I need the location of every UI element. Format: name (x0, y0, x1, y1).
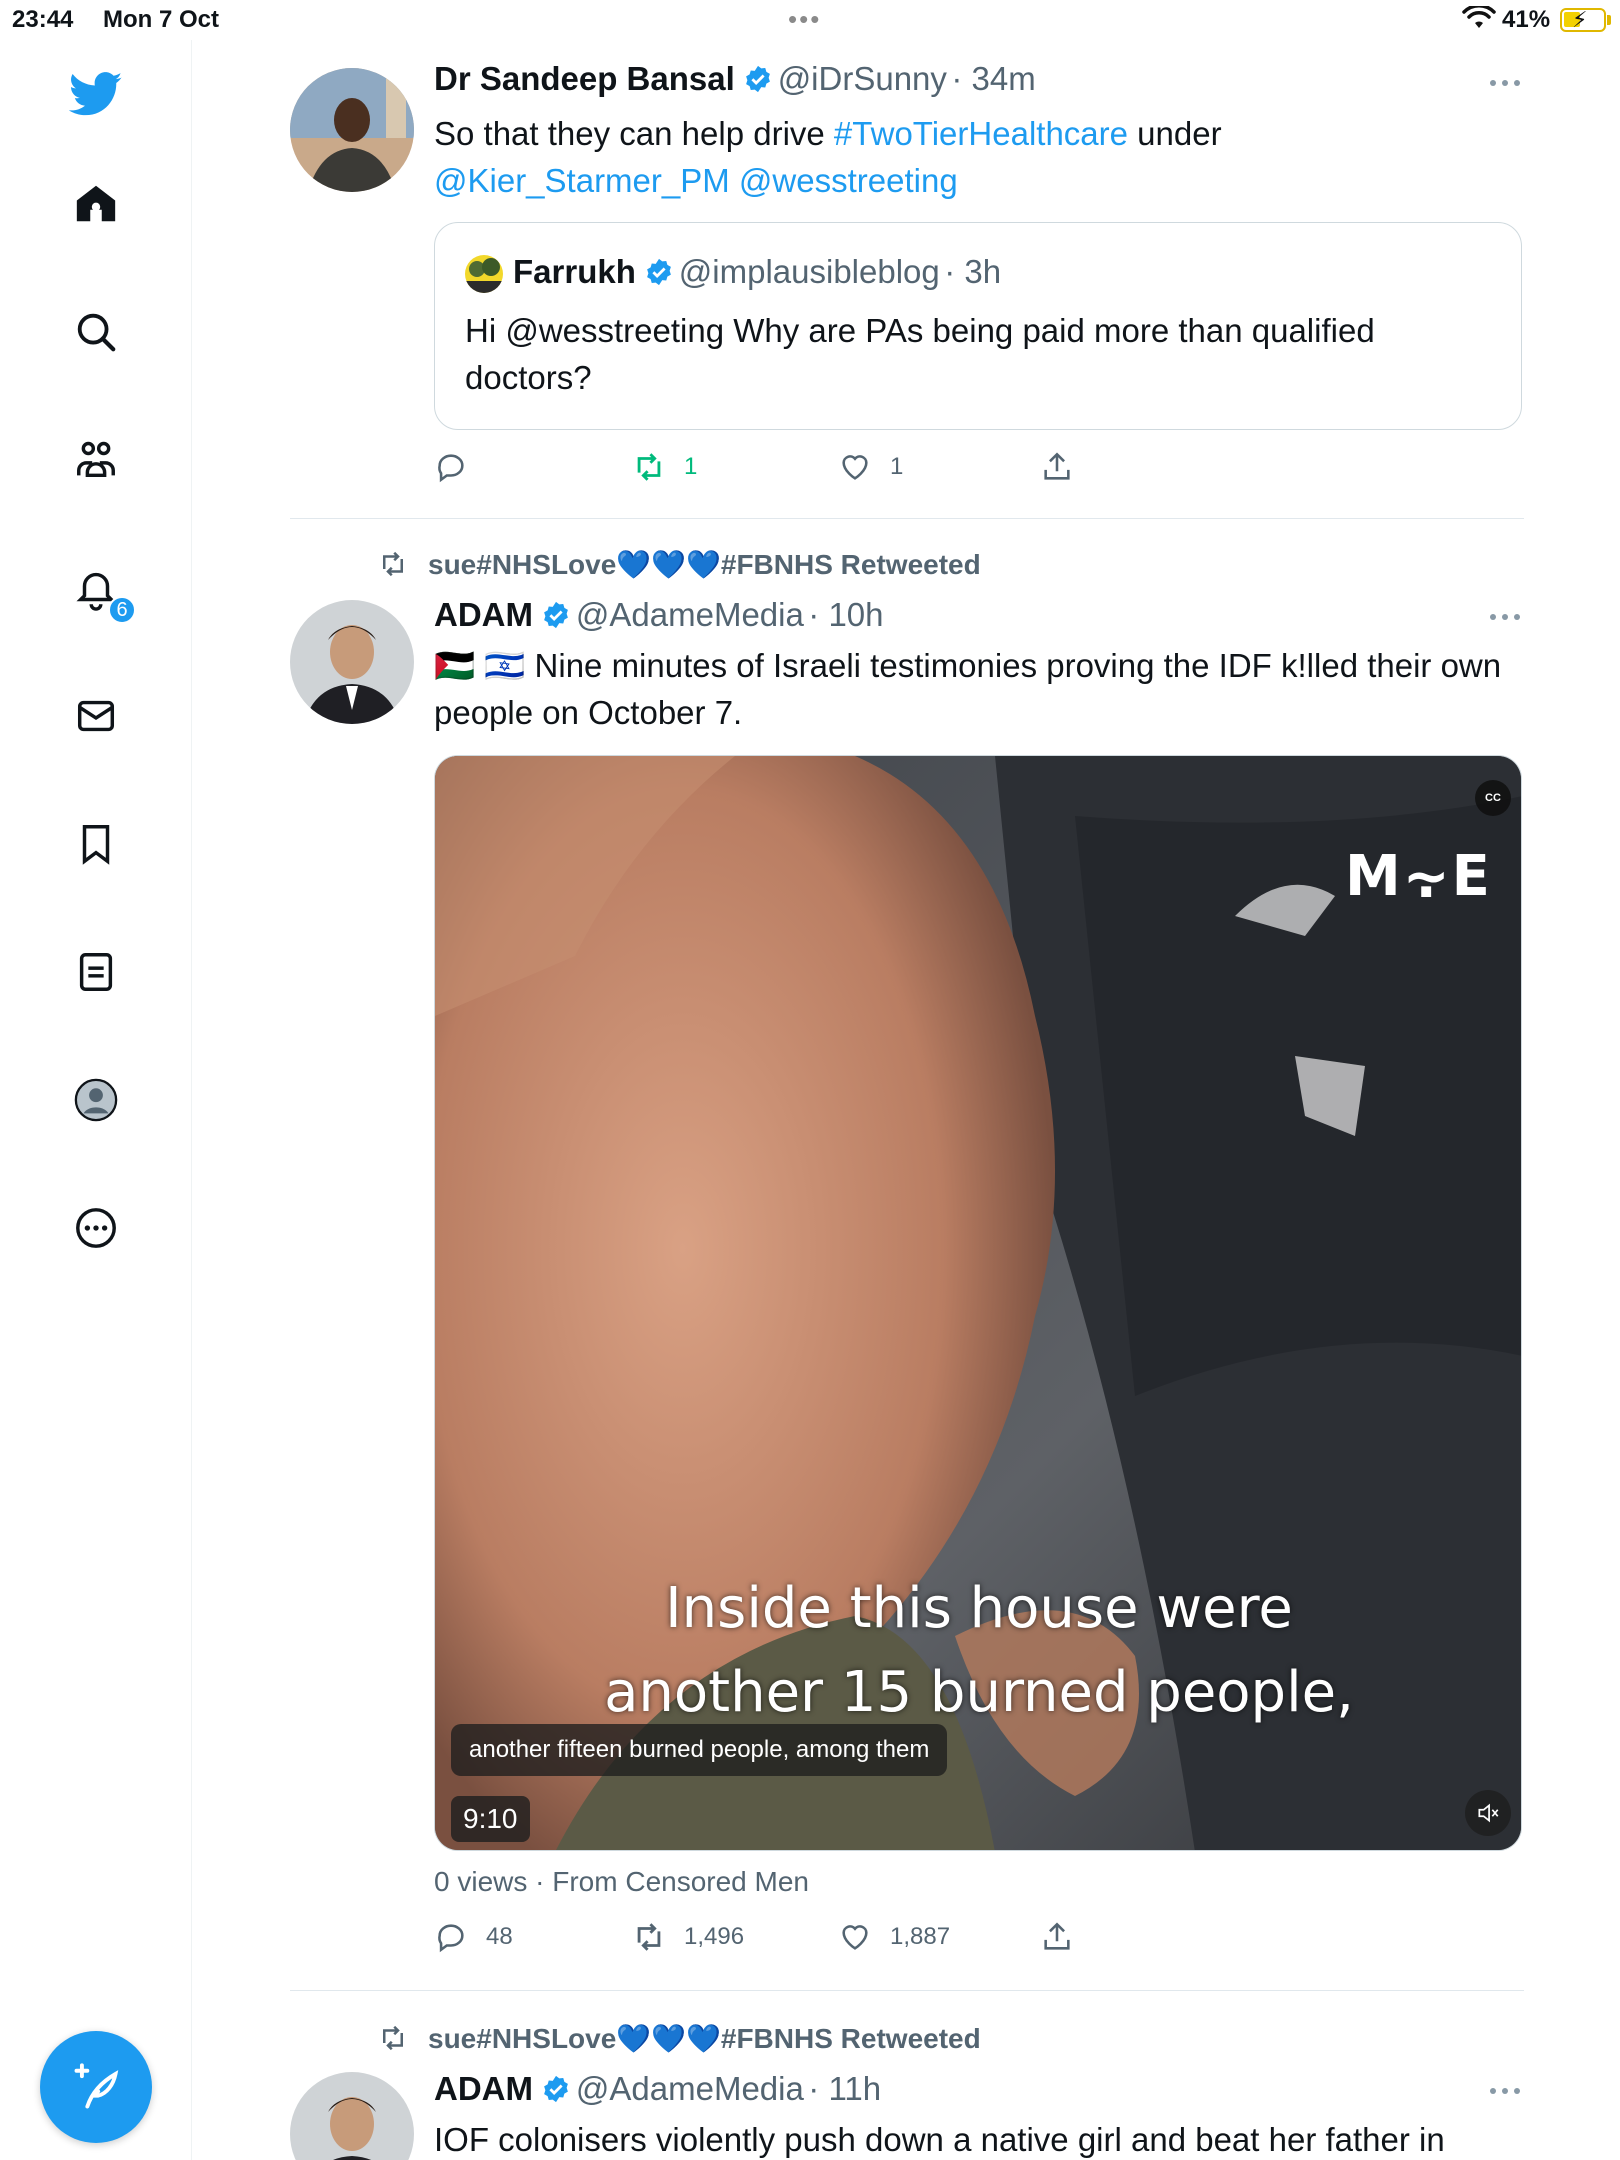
search-icon[interactable] (66, 302, 126, 362)
battery-icon: ⚡ (1560, 7, 1606, 32)
compose-tweet-button[interactable] (40, 2031, 152, 2143)
twitter-logo-icon[interactable] (66, 64, 126, 124)
video-duration: 9:10 (451, 1796, 530, 1842)
tweet-text: IOF colonisers violently push down a nat… (434, 2121, 1445, 2158)
retweet-icon (383, 551, 403, 577)
video-watermark: M⸟E (1345, 844, 1492, 909)
share-icon (1044, 1922, 1070, 1950)
quote-avatar (465, 255, 503, 293)
author-handle[interactable]: @iDrSunny (778, 60, 947, 97)
author-handle[interactable]: @AdameMedia (576, 2070, 804, 2107)
lists-icon[interactable] (66, 942, 126, 1002)
mute-button[interactable] (1465, 1790, 1511, 1836)
status-time: 23:44 (12, 6, 74, 33)
like-count: 1,887 (890, 1923, 951, 1950)
views-and-source: 0 views · From Censored Men (434, 1866, 810, 1897)
reply-icon (438, 1924, 464, 1953)
quote-author-handle: @implausibleblog (678, 253, 940, 290)
verified-badge-icon (647, 258, 672, 286)
more-options-icon[interactable] (1488, 2086, 1522, 2096)
quote-time: · 3h (944, 253, 1002, 290)
retweeted-by-label: sue#NHSLove💙💙💙#FBNHS Retweeted (428, 549, 981, 580)
reply-icon (438, 454, 464, 483)
burned-caption-line-1: Inside this house were (665, 1576, 1293, 1641)
sidebar: 6 (0, 40, 192, 2160)
heart-icon (842, 455, 868, 480)
tweet-text-part: under (1128, 115, 1222, 152)
verified-badge-icon (544, 601, 569, 629)
more-options-icon[interactable] (1488, 78, 1522, 88)
tweet-header: ADAM @AdameMedia · 11h (434, 2070, 881, 2108)
retweet-button[interactable]: 1 (632, 450, 697, 484)
bookmark-icon[interactable] (66, 814, 126, 874)
tweet-time[interactable]: · 10h (808, 596, 883, 633)
like-count: 1 (890, 453, 904, 480)
like-button[interactable]: 1 (838, 450, 903, 484)
wifi-icon (1462, 6, 1496, 28)
reply-button[interactable]: 48 (434, 1920, 513, 1954)
quote-header: Farrukh @implausibleblog · 3h (513, 253, 1001, 291)
reply-button[interactable] (434, 450, 486, 484)
avatar[interactable] (290, 68, 414, 192)
tweet-actions: 1 1 (434, 450, 1134, 490)
more-circle-icon[interactable] (66, 1198, 126, 1258)
hashtag-link[interactable]: #TwoTierHealthcare (834, 115, 1128, 152)
tweet-header: Dr Sandeep Bansal @iDrSunny · 34m (434, 60, 1036, 98)
avatar[interactable] (290, 2072, 414, 2160)
tweet-text-part: Nine minutes of Israeli testimonies prov… (434, 647, 1502, 731)
share-button[interactable] (1040, 450, 1092, 484)
tweet-header: ADAM @AdameMedia · 10h (434, 596, 884, 634)
status-date: Mon 7 Oct (103, 6, 220, 33)
communities-icon[interactable] (66, 430, 126, 490)
status-bar: 23:44 Mon 7 Oct ••• 41% ⚡ (0, 0, 1620, 40)
video-subtitle: another fifteen burned people, among the… (451, 1724, 948, 1776)
verified-badge-icon (544, 2075, 569, 2103)
retweet-button[interactable]: 1,496 (632, 1920, 744, 1954)
quote-text: Hi @wesstreeting Why are PAs being paid … (465, 312, 1375, 396)
muted-speaker-icon (1478, 1803, 1499, 1823)
author-name[interactable]: ADAM (434, 2070, 533, 2107)
avatar[interactable] (290, 600, 414, 724)
tweet-text-part: So that they can help drive (434, 115, 834, 152)
verified-badge-icon (746, 65, 771, 93)
profile-icon[interactable] (66, 1070, 126, 1130)
notification-badge: 6 (108, 596, 136, 624)
share-icon (1044, 452, 1070, 480)
tweet-time[interactable]: · 11h (808, 2070, 881, 2107)
like-button[interactable]: 1,887 (838, 1920, 950, 1954)
retweet-icon (637, 453, 661, 481)
author-name[interactable]: Dr Sandeep Bansal (434, 60, 735, 97)
closed-captions-button[interactable]: CC (1475, 780, 1511, 816)
mail-icon[interactable] (66, 686, 126, 746)
author-name[interactable]: ADAM (434, 596, 533, 633)
retweet-icon (383, 2025, 403, 2051)
quote-author-name: Farrukh (513, 253, 636, 290)
tweet-text: So that they can help drive #TwoTierHeal… (434, 110, 1514, 204)
retweet-icon (637, 1923, 661, 1951)
tweet-text: 🇵🇸 🇮🇱 Nine minutes of Israeli testimonie… (434, 642, 1514, 736)
battery-percent: 41% (1502, 6, 1551, 33)
flag-emojis: 🇵🇸 🇮🇱 (434, 647, 526, 684)
multitasking-dots-icon[interactable]: ••• (788, 4, 821, 35)
quoted-tweet[interactable]: Farrukh @implausibleblog · 3h Hi @wesstr… (434, 222, 1522, 430)
retweeted-by[interactable]: sue#NHSLove💙💙💙#FBNHS Retweeted (374, 548, 981, 581)
reply-count: 48 (486, 1923, 513, 1950)
tweet-actions: 48 1,496 1,887 (434, 1920, 1134, 1960)
retweet-count: 1,496 (684, 1923, 745, 1950)
more-options-icon[interactable] (1488, 612, 1522, 622)
mention-link[interactable]: @wesstreeting (739, 162, 958, 199)
retweet-count: 1 (684, 453, 698, 480)
mention-link[interactable]: @Kier_Starmer_PM (434, 162, 730, 199)
tweet-divider (290, 1990, 1524, 1991)
heart-icon (842, 1925, 868, 1950)
burned-caption-line-2: another 15 burned people, (604, 1660, 1354, 1725)
share-button[interactable] (1040, 1920, 1092, 1954)
home-icon[interactable] (66, 174, 126, 234)
tweet-divider (290, 518, 1524, 519)
retweeted-by-label: sue#NHSLove💙💙💙#FBNHS Retweeted (428, 2023, 981, 2054)
author-handle[interactable]: @AdameMedia (576, 596, 804, 633)
tweet-time[interactable]: · 34m (951, 60, 1035, 97)
retweeted-by[interactable]: sue#NHSLove💙💙💙#FBNHS Retweeted (374, 2022, 981, 2055)
video-player[interactable]: CC M⸟E Inside this house were another 15… (434, 755, 1522, 1851)
